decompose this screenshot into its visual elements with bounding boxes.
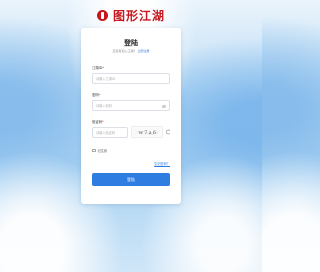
captcha-label: 验证码* bbox=[92, 119, 104, 124]
password-input[interactable]: 请输入密码 bbox=[92, 100, 170, 111]
account-label: 江湖ID* bbox=[92, 65, 104, 70]
brand-logo-icon bbox=[96, 10, 108, 21]
subtitle-text: 还没有加入江湖？ bbox=[112, 49, 137, 53]
remember-me[interactable]: 记住我 bbox=[92, 148, 107, 153]
login-title: 登陆 bbox=[124, 39, 138, 47]
required-mark: * bbox=[102, 66, 105, 70]
forgot-password-link[interactable]: 忘记密码？ bbox=[154, 161, 170, 166]
login-button[interactable]: 登陆 bbox=[92, 173, 170, 186]
captcha-label-text: 验证码 bbox=[92, 120, 103, 124]
refresh-icon[interactable] bbox=[165, 128, 171, 136]
captcha-input[interactable]: 请输入验证码 bbox=[92, 127, 128, 138]
login-subtitle: 还没有加入江湖？ 立即注册 bbox=[81, 49, 181, 53]
password-label-text: 密码 bbox=[92, 93, 99, 97]
account-input[interactable]: 请输入江湖ID bbox=[92, 73, 170, 84]
password-label: 密码* bbox=[92, 92, 100, 97]
account-placeholder: 请输入江湖ID bbox=[96, 77, 116, 81]
captcha-placeholder: 请输入验证码 bbox=[96, 131, 116, 135]
remember-checkbox[interactable] bbox=[92, 148, 96, 153]
required-mark: * bbox=[102, 120, 104, 124]
password-placeholder: 请输入密码 bbox=[96, 104, 112, 108]
captcha-image[interactable]: w7a6 bbox=[131, 126, 163, 138]
captcha-text: w7a6 bbox=[139, 130, 158, 136]
eye-off-icon[interactable] bbox=[162, 104, 166, 108]
brand-name: 图形江湖 bbox=[112, 9, 165, 23]
login-card: 登陆 还没有加入江湖？ 立即注册 江湖ID* 请输入江湖ID 密码* 请输入密码… bbox=[81, 28, 181, 204]
remember-label: 记住我 bbox=[97, 149, 108, 153]
register-link[interactable]: 立即注册 bbox=[137, 49, 149, 53]
brand-logo: 图形江湖 bbox=[0, 7, 262, 24]
required-mark: * bbox=[98, 93, 101, 97]
account-label-text: 江湖ID bbox=[92, 66, 103, 70]
